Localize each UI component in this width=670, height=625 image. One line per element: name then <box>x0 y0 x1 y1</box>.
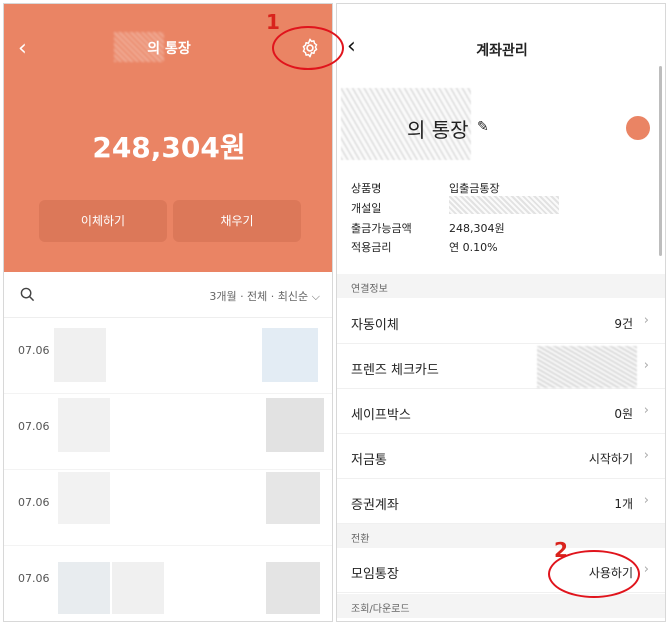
account-management-screen: ‹ 계좌관리 의 통장 ✎ 상품명 입출금통장 개설일 출금가능금액 248,3… <box>336 3 666 622</box>
menu-label: 증권계좌 <box>351 498 399 513</box>
blurred-content <box>266 562 320 614</box>
menu-label: 모임통장 <box>351 567 399 582</box>
account-name: 의 통장 <box>407 118 469 142</box>
menu-value: 0원 <box>614 407 633 421</box>
menu-value: 9건 <box>614 317 633 331</box>
menu-value: 1개 <box>614 497 633 511</box>
info-value: 입출금통장 <box>449 182 500 195</box>
menu-securities[interactable]: 증권계좌 1개 › <box>337 480 665 524</box>
blurred-content <box>449 196 559 214</box>
info-label: 개설일 <box>351 202 382 215</box>
transaction-date: 07.06 <box>18 572 50 585</box>
transaction-date: 07.06 <box>18 420 50 433</box>
menu-label: 자동이체 <box>351 318 399 333</box>
blurred-content <box>58 398 110 452</box>
top-bar: ‹ 계좌관리 <box>337 4 665 84</box>
account-home-screen: ‹ 의 통장 248,304원 이체하기 채우기 3개월 · 전체 · 최신순 … <box>3 3 333 622</box>
chevron-right-icon: › <box>643 313 649 328</box>
chevron-right-icon: › <box>643 493 649 508</box>
info-label: 적용금리 <box>351 241 392 254</box>
blurred-content <box>58 562 110 614</box>
annotation-circle <box>548 550 640 598</box>
transaction-date: 07.06 <box>18 496 50 509</box>
annotation-number: 1 <box>266 10 280 34</box>
blurred-content <box>537 346 637 388</box>
info-label: 출금가능금액 <box>351 222 412 235</box>
chevron-down-icon: ⌵ <box>311 290 320 303</box>
transaction-row[interactable]: 07.06 <box>4 394 332 470</box>
balance-amount: 248,304원 <box>92 131 246 164</box>
blurred-content <box>266 398 324 452</box>
search-icon[interactable] <box>20 287 35 302</box>
blurred-content <box>266 472 320 524</box>
filter-dropdown[interactable]: 3개월 · 전체 · 최신순 ⌵ <box>209 288 320 304</box>
blurred-content <box>54 328 106 382</box>
menu-value: 시작하기 <box>588 452 633 466</box>
edit-icon[interactable]: ✎ <box>477 119 489 135</box>
chevron-right-icon: › <box>643 448 649 463</box>
section-header: 전환 <box>337 524 665 548</box>
blurred-content <box>58 472 110 524</box>
transaction-row[interactable]: 07.06 <box>4 470 332 546</box>
info-value: 연 0.10% <box>449 241 498 254</box>
menu-label: 저금통 <box>351 453 387 468</box>
fill-button[interactable]: 채우기 <box>173 200 301 242</box>
scrollbar[interactable] <box>659 66 662 256</box>
info-value: 248,304원 <box>449 222 505 235</box>
chevron-right-icon: › <box>643 358 649 373</box>
transfer-button[interactable]: 이체하기 <box>39 200 167 242</box>
account-color-dot[interactable] <box>626 116 650 140</box>
menu-label: 프렌즈 체크카드 <box>351 363 439 378</box>
filter-label: 3개월 · 전체 · 최신순 <box>209 290 309 303</box>
page-title: 계좌관리 <box>476 43 528 59</box>
section-header: 조회/다운로드 <box>337 594 665 618</box>
blurred-content <box>112 562 164 614</box>
menu-savings-box[interactable]: 저금통 시작하기 › <box>337 435 665 479</box>
transaction-date: 07.06 <box>18 344 50 357</box>
section-header: 연결정보 <box>337 274 665 298</box>
chevron-right-icon: › <box>643 403 649 418</box>
blurred-content <box>262 328 318 382</box>
transaction-row[interactable]: 07.06 <box>4 546 332 621</box>
menu-safe-box[interactable]: 세이프박스 0원 › <box>337 390 665 434</box>
transaction-filter-bar: 3개월 · 전체 · 최신순 ⌵ <box>4 272 332 318</box>
menu-label: 세이프박스 <box>351 408 411 423</box>
transaction-row[interactable]: 07.06 <box>4 318 332 394</box>
menu-auto-transfer[interactable]: 자동이체 9건 › <box>337 300 665 344</box>
chevron-right-icon: › <box>643 562 649 577</box>
annotation-circle <box>272 26 344 70</box>
info-label: 상품명 <box>351 182 382 195</box>
